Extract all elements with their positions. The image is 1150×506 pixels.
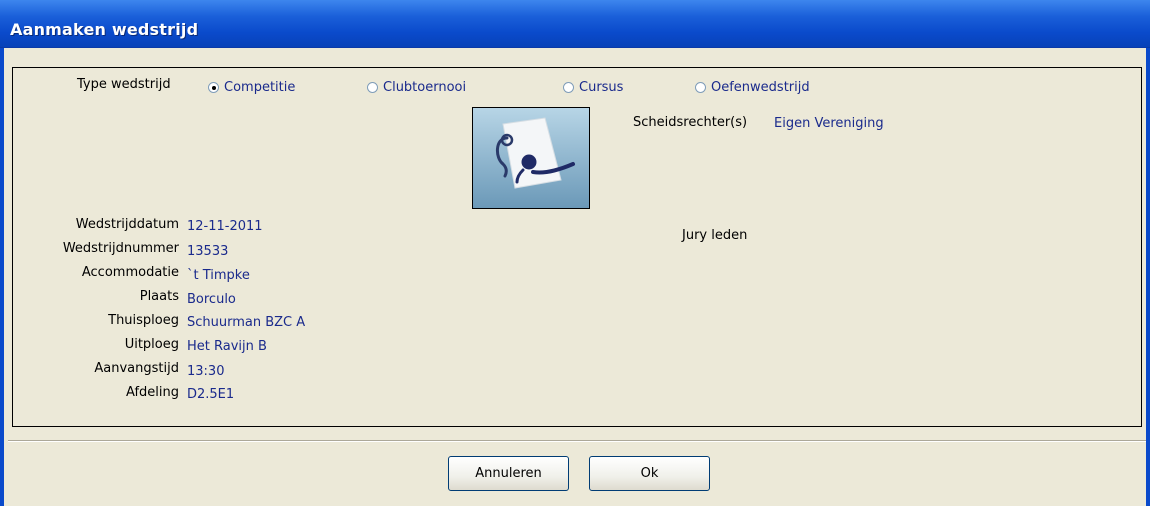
field-value-wedstrijdnummer: 13533 xyxy=(187,244,229,259)
field-value-aanvangstijd: 13:30 xyxy=(187,364,225,379)
jury-label: Jury leden xyxy=(682,228,748,243)
ok-button[interactable]: Ok xyxy=(589,456,710,491)
referee-label: Scheidsrechter(s) xyxy=(633,115,748,130)
field-label-wedstrijddatum: Wedstrijddatum xyxy=(75,217,179,232)
radio-button-icon xyxy=(695,81,706,93)
field-label-accommodatie: Accommodatie xyxy=(81,265,179,280)
field-value-afdeling: D2.5E1 xyxy=(187,387,235,402)
field-label-uitploeg: Uitploeg xyxy=(124,337,179,352)
radio-button-icon xyxy=(367,81,378,93)
radio-label-clubtoernooi: Clubtoernooi xyxy=(383,79,467,95)
match-type-label: Type wedstrijd xyxy=(77,77,171,92)
field-label-afdeling: Afdeling xyxy=(126,385,179,400)
radio-oefenwedstrijd[interactable]: Oefenwedstrijd xyxy=(695,79,810,95)
window-title: Aanmaken wedstrijd xyxy=(10,20,199,39)
club-logo xyxy=(472,107,590,209)
radio-label-oefenwedstrijd: Oefenwedstrijd xyxy=(711,79,810,95)
korfball-player-logo-icon xyxy=(473,108,589,208)
field-value-accommodatie: `t Timpke xyxy=(187,268,250,283)
referee-value: Eigen Vereniging xyxy=(774,116,884,131)
field-value-uitploeg: Het Ravijn B xyxy=(187,339,267,354)
field-label-wedstrijdnummer: Wedstrijdnummer xyxy=(62,241,179,256)
cancel-button[interactable]: Annuleren xyxy=(448,456,569,491)
field-value-plaats: Borculo xyxy=(187,292,236,307)
radio-label-competitie: Competitie xyxy=(224,79,296,95)
button-bar-separator xyxy=(8,440,1146,442)
radio-clubtoernooi[interactable]: Clubtoernooi xyxy=(367,79,466,95)
field-value-thuisploeg: Schuurman BZC A xyxy=(187,315,306,330)
title-bar[interactable]: Aanmaken wedstrijd xyxy=(0,0,1150,48)
field-value-wedstrijddatum: 12-11-2011 xyxy=(187,219,263,234)
radio-cursus[interactable]: Cursus xyxy=(563,79,623,95)
field-label-thuisploeg: Thuisploeg xyxy=(108,313,179,328)
radio-button-icon xyxy=(563,81,574,93)
radio-button-checked-icon xyxy=(208,81,219,93)
radio-label-cursus: Cursus xyxy=(579,79,624,95)
field-label-plaats: Plaats xyxy=(139,289,179,304)
radio-competitie[interactable]: Competitie xyxy=(208,79,295,95)
field-label-aanvangstijd: Aanvangstijd xyxy=(94,361,179,376)
